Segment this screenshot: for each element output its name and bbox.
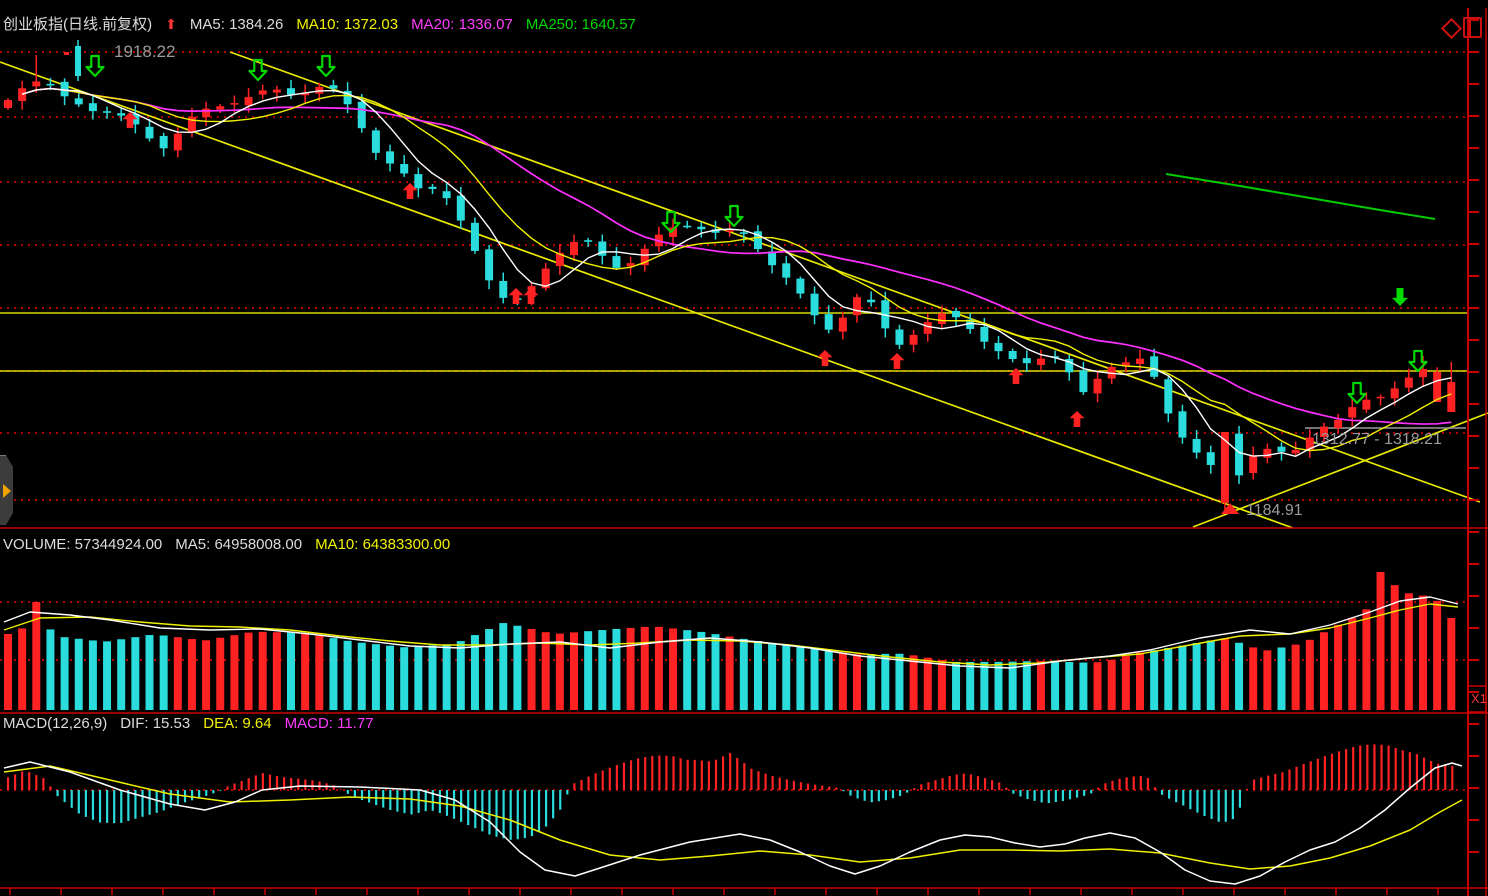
macd-value-label: MACD: 11.77 <box>285 715 374 732</box>
gap-range-label: 1312.77 - 1318.21 <box>1312 431 1442 449</box>
volume-ma5-label: MA5: 64958008.00 <box>175 536 302 553</box>
period-low-label: 1184.91 <box>1246 502 1303 520</box>
price-pane-header: 创业板指(日线.前复权) ⬆ MA5: 1384.26 MA10: 1372.0… <box>3 13 636 34</box>
instrument-title: 创业板指(日线.前复权) <box>3 13 152 34</box>
volume-ma10-label: MA10: 64383300.00 <box>315 536 450 553</box>
macd-pane-header: MACD(12,26,9) DIF: 15.53 DEA: 9.64 MACD:… <box>3 715 374 732</box>
trading-app-window: 创业板指(日线.前复权) ⬆ MA5: 1384.26 MA10: 1372.0… <box>0 0 1488 896</box>
zoom-factor-label: X1 <box>1471 691 1487 706</box>
expand-arrow-icon <box>3 484 11 498</box>
ma5-value-label: MA5: 1384.26 <box>190 16 283 33</box>
ma250-value-label: MA250: 1640.57 <box>526 16 636 33</box>
dif-value-label: DIF: 15.53 <box>120 715 190 732</box>
volume-pane-header: VOLUME: 57344924.00 MA5: 64958008.00 MA1… <box>3 536 450 553</box>
macd-params-label: MACD(12,26,9) <box>3 715 107 732</box>
chart-canvas[interactable] <box>0 0 1488 896</box>
up-arrow-icon: ⬆ <box>165 16 177 33</box>
volume-value-label: VOLUME: 57344924.00 <box>3 536 162 553</box>
ma20-value-label: MA20: 1336.07 <box>411 16 513 33</box>
dea-value-label: DEA: 9.64 <box>203 715 271 732</box>
split-window-icon[interactable] <box>1463 17 1482 38</box>
period-high-label: 1918.22 <box>114 42 175 62</box>
ma10-value-label: MA10: 1372.03 <box>296 16 398 33</box>
